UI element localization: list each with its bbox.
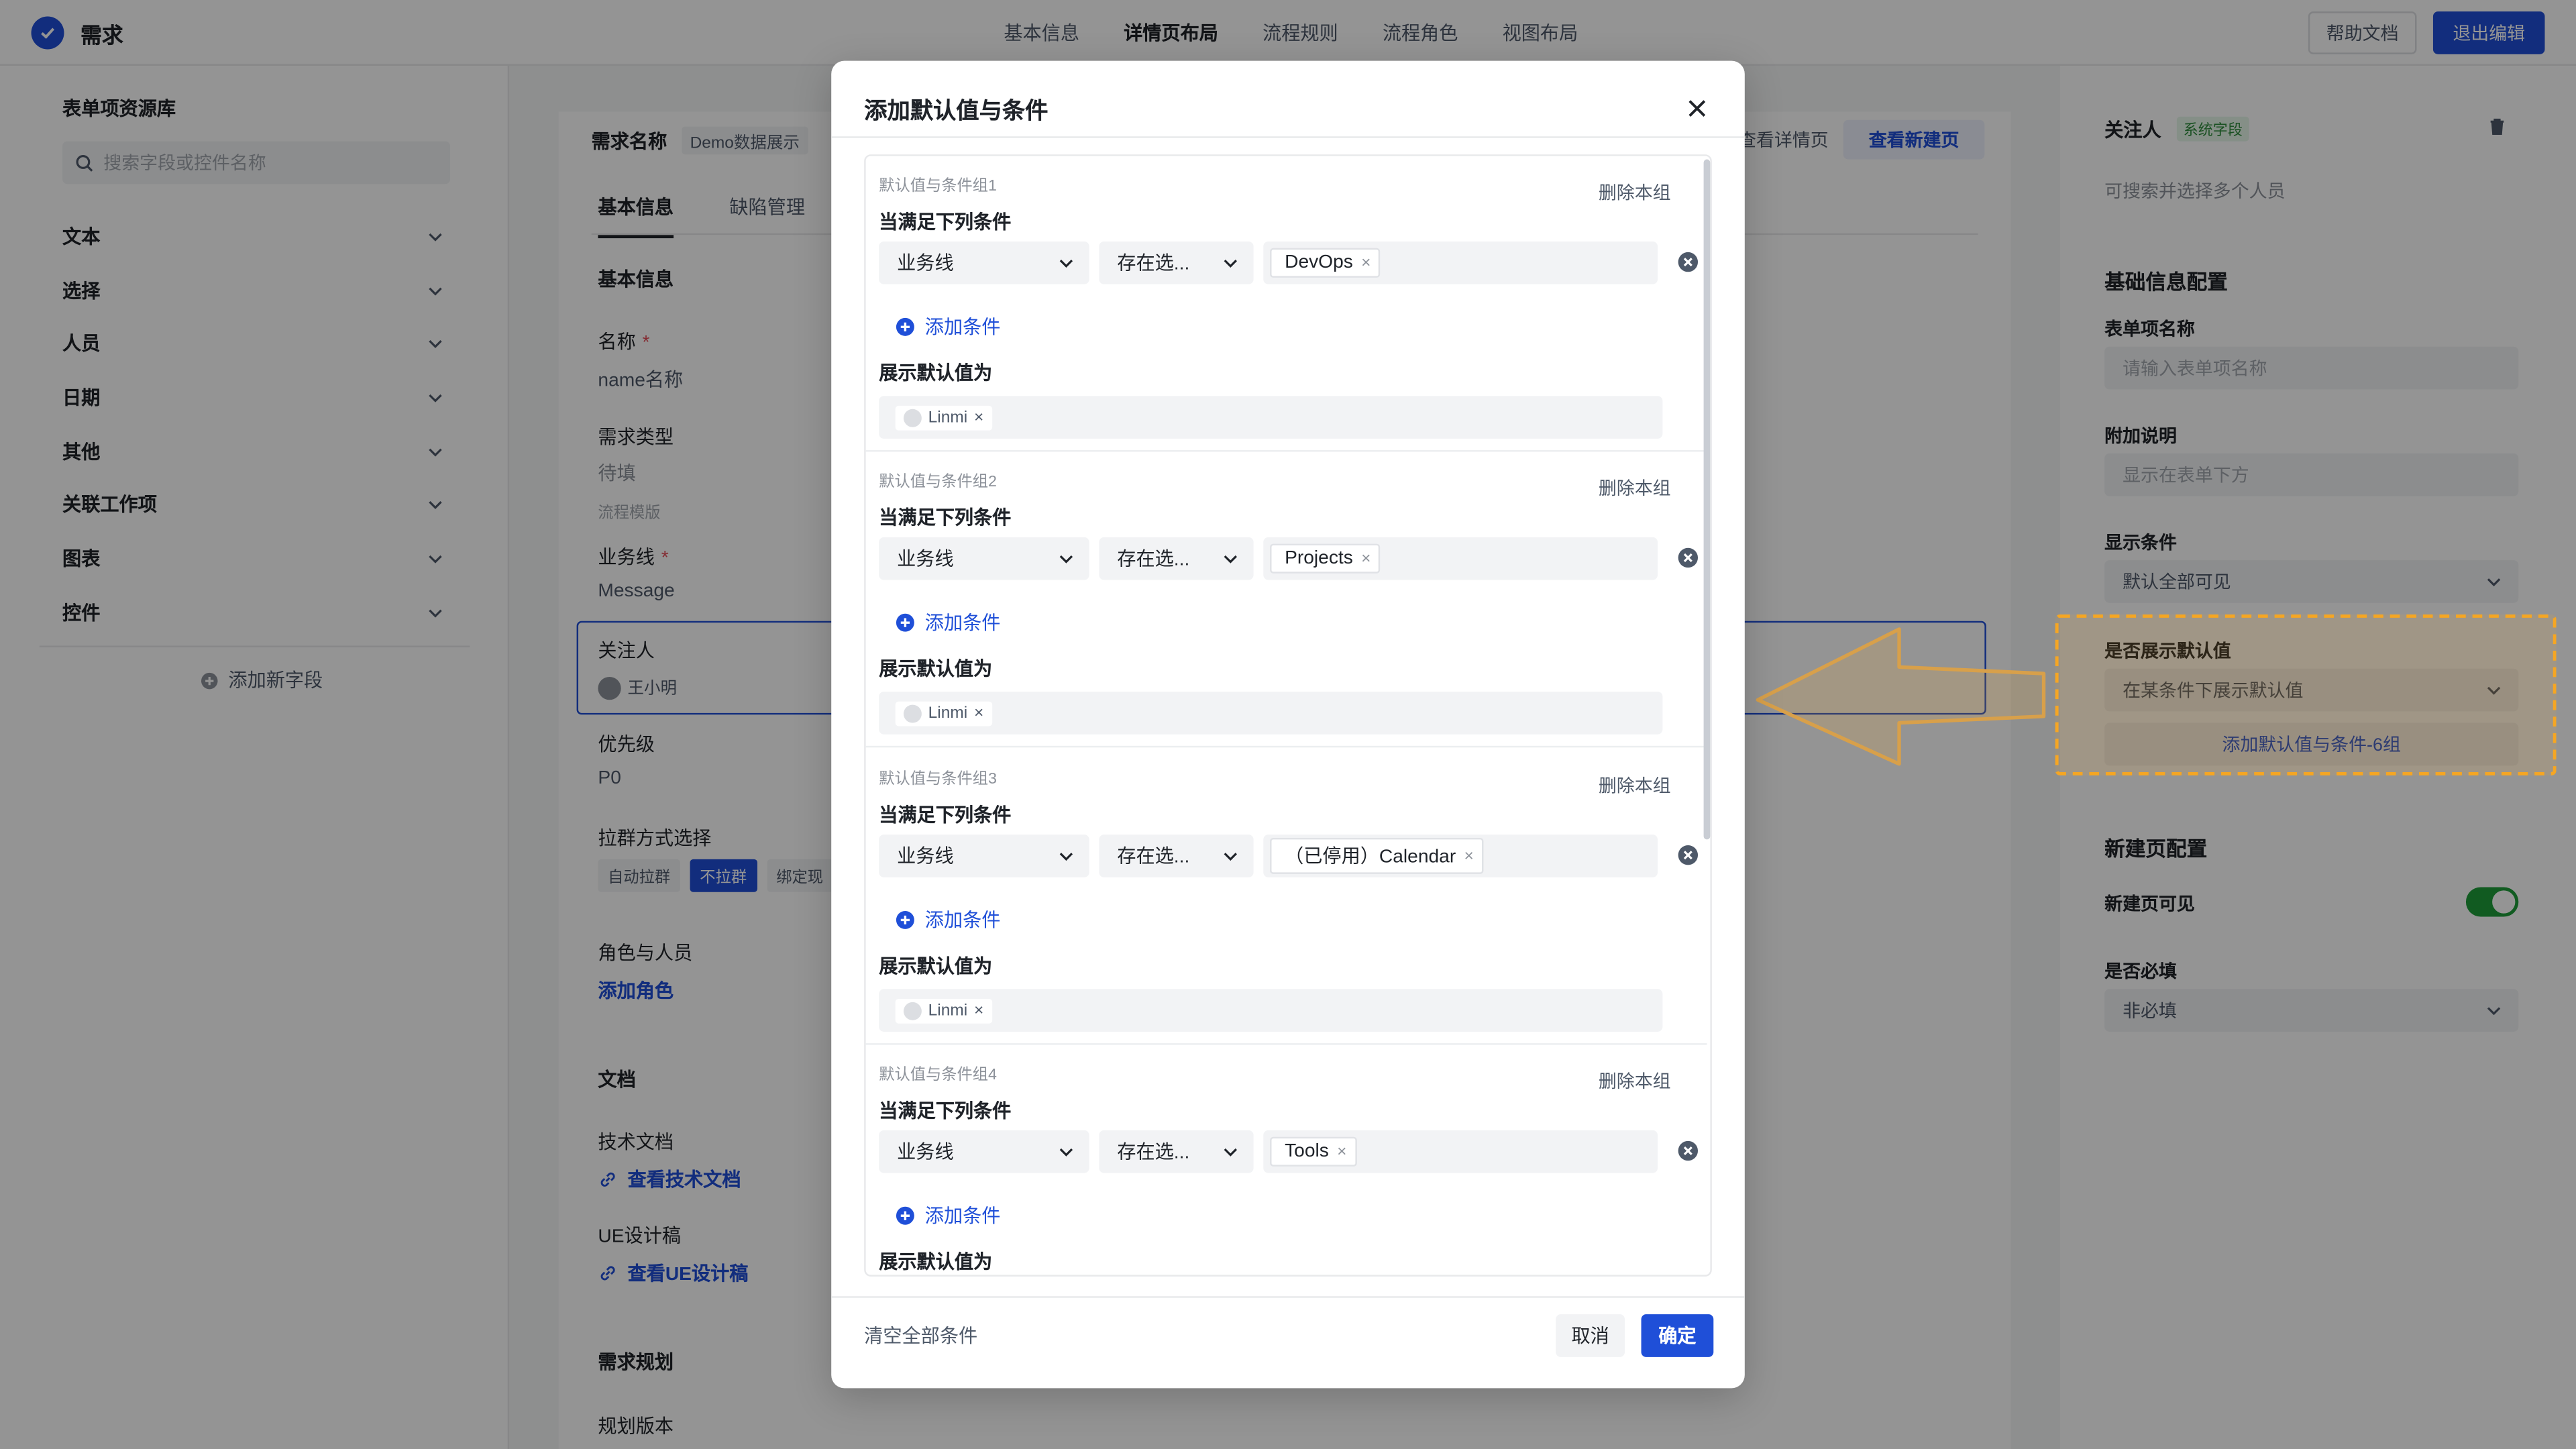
user-chip: Linmi × xyxy=(895,700,992,726)
chevron-down-icon xyxy=(1059,853,1073,861)
group-title: 默认值与条件组4 xyxy=(879,1066,998,1085)
chevron-down-icon xyxy=(1224,1148,1237,1157)
condition-value-select[interactable]: （已停用）Calendar × xyxy=(1263,835,1658,877)
condition-value-select[interactable]: DevOps × xyxy=(1263,241,1658,284)
chevron-down-icon xyxy=(1224,853,1237,861)
plus-circle-icon xyxy=(896,910,914,929)
chip-remove-icon[interactable]: × xyxy=(974,1002,983,1020)
delete-group-button[interactable]: 删除本组 xyxy=(1599,772,1671,798)
condition-operator-select[interactable]: 存在选... xyxy=(1099,1130,1254,1173)
remove-condition-icon[interactable] xyxy=(1677,1140,1699,1162)
default-value-heading: 展示默认值为 xyxy=(879,660,993,680)
modal-title: 添加默认值与条件 xyxy=(864,97,1049,123)
modal-footer-divider xyxy=(831,1296,1745,1298)
chevron-down-icon xyxy=(1059,555,1073,564)
user-chip: Linmi × xyxy=(895,998,992,1023)
default-user-select[interactable]: Linmi × xyxy=(879,989,1663,1032)
plus-circle-icon xyxy=(896,1206,914,1225)
chip-remove-icon[interactable]: × xyxy=(974,704,983,722)
chip-remove-icon[interactable]: × xyxy=(1337,1142,1346,1161)
group-title: 默认值与条件组1 xyxy=(879,177,998,196)
delete-group-button[interactable]: 删除本组 xyxy=(1599,179,1671,205)
add-condition-button[interactable]: 添加条件 xyxy=(896,314,1000,340)
condition-group: 默认值与条件组3 删除本组 当满足下列条件 业务线 存在选... （已停用）Ca… xyxy=(865,749,1707,1045)
condition-operator-select[interactable]: 存在选... xyxy=(1099,537,1254,580)
default-user-select[interactable]: Linmi × xyxy=(879,396,1663,439)
condition-heading: 当满足下列条件 xyxy=(879,1102,1012,1122)
chip-remove-icon[interactable]: × xyxy=(974,409,983,427)
remove-condition-icon[interactable] xyxy=(1677,547,1699,569)
plus-circle-icon xyxy=(896,317,914,336)
condition-field-select[interactable]: 业务线 xyxy=(879,241,1089,284)
page-root: 需求 基本信息 详情页布局 流程规则 流程角色 视图布局 帮助文档 退出编辑 表… xyxy=(0,0,2576,1449)
condition-group: 默认值与条件组4 删除本组 当满足下列条件 业务线 存在选... Tools × … xyxy=(866,1045,1707,1275)
condition-field-select[interactable]: 业务线 xyxy=(879,835,1089,877)
condition-value-select[interactable]: Projects × xyxy=(1263,537,1658,580)
cancel-button[interactable]: 取消 xyxy=(1556,1314,1625,1357)
scrollbar-thumb[interactable] xyxy=(1703,159,1711,840)
add-condition-button[interactable]: 添加条件 xyxy=(896,610,1000,636)
group-title: 默认值与条件组3 xyxy=(879,770,998,789)
value-chip: DevOps × xyxy=(1270,248,1381,278)
add-condition-button[interactable]: 添加条件 xyxy=(896,1203,1000,1229)
chip-remove-icon[interactable]: × xyxy=(1361,549,1371,568)
value-chip: Tools × xyxy=(1270,1136,1357,1167)
condition-group: 默认值与条件组1 删除本组 当满足下列条件 业务线 存在选... DevOps ×… xyxy=(865,156,1707,452)
annotation-arrow-icon xyxy=(1756,627,2046,766)
close-icon[interactable] xyxy=(1686,97,1709,119)
group-title: 默认值与条件组2 xyxy=(879,473,998,492)
default-value-heading: 展示默认值为 xyxy=(879,1253,993,1273)
value-chip: （已停用）Calendar × xyxy=(1270,837,1484,874)
remove-condition-icon[interactable] xyxy=(1677,845,1699,866)
confirm-button[interactable]: 确定 xyxy=(1641,1314,1714,1357)
condition-operator-select[interactable]: 存在选... xyxy=(1099,241,1254,284)
condition-heading: 当满足下列条件 xyxy=(879,509,1012,529)
plus-circle-icon xyxy=(896,613,914,632)
avatar xyxy=(903,1001,922,1020)
condition-value-select[interactable]: Tools × xyxy=(1263,1130,1658,1173)
avatar xyxy=(903,704,922,722)
chevron-down-icon xyxy=(1224,260,1237,268)
annotation-highlight-box xyxy=(2055,614,2557,775)
delete-group-button[interactable]: 删除本组 xyxy=(1599,1068,1671,1094)
condition-heading: 当满足下列条件 xyxy=(879,213,1012,233)
condition-groups-list[interactable]: 默认值与条件组1 删除本组 当满足下列条件 业务线 存在选... DevOps ×… xyxy=(864,154,1712,1277)
value-chip: Projects × xyxy=(1270,543,1381,574)
default-value-heading: 展示默认值为 xyxy=(879,957,993,978)
user-chip: Linmi × xyxy=(895,405,992,430)
condition-operator-select[interactable]: 存在选... xyxy=(1099,835,1254,877)
condition-field-select[interactable]: 业务线 xyxy=(879,1130,1089,1173)
default-user-select[interactable]: Linmi × xyxy=(879,692,1663,735)
condition-heading: 当满足下列条件 xyxy=(879,806,1012,826)
add-condition-button[interactable]: 添加条件 xyxy=(896,907,1000,933)
chip-remove-icon[interactable]: × xyxy=(1361,254,1371,272)
chevron-down-icon xyxy=(1224,555,1237,564)
modal-header-divider xyxy=(831,136,1745,138)
chevron-down-icon xyxy=(1059,1148,1073,1157)
remove-condition-icon[interactable] xyxy=(1677,252,1699,273)
delete-group-button[interactable]: 删除本组 xyxy=(1599,475,1671,501)
default-value-heading: 展示默认值为 xyxy=(879,364,993,385)
condition-group: 默认值与条件组2 删除本组 当满足下列条件 业务线 存在选... Project… xyxy=(865,451,1707,748)
condition-field-select[interactable]: 业务线 xyxy=(879,537,1089,580)
clear-all-conditions-button[interactable]: 清空全部条件 xyxy=(864,1322,977,1348)
default-conditions-modal: 添加默认值与条件 默认值与条件组1 删除本组 当满足下列条件 业务线 存在选..… xyxy=(831,60,1745,1389)
chip-remove-icon[interactable]: × xyxy=(1464,847,1473,865)
avatar xyxy=(903,408,922,427)
chevron-down-icon xyxy=(1059,260,1073,268)
